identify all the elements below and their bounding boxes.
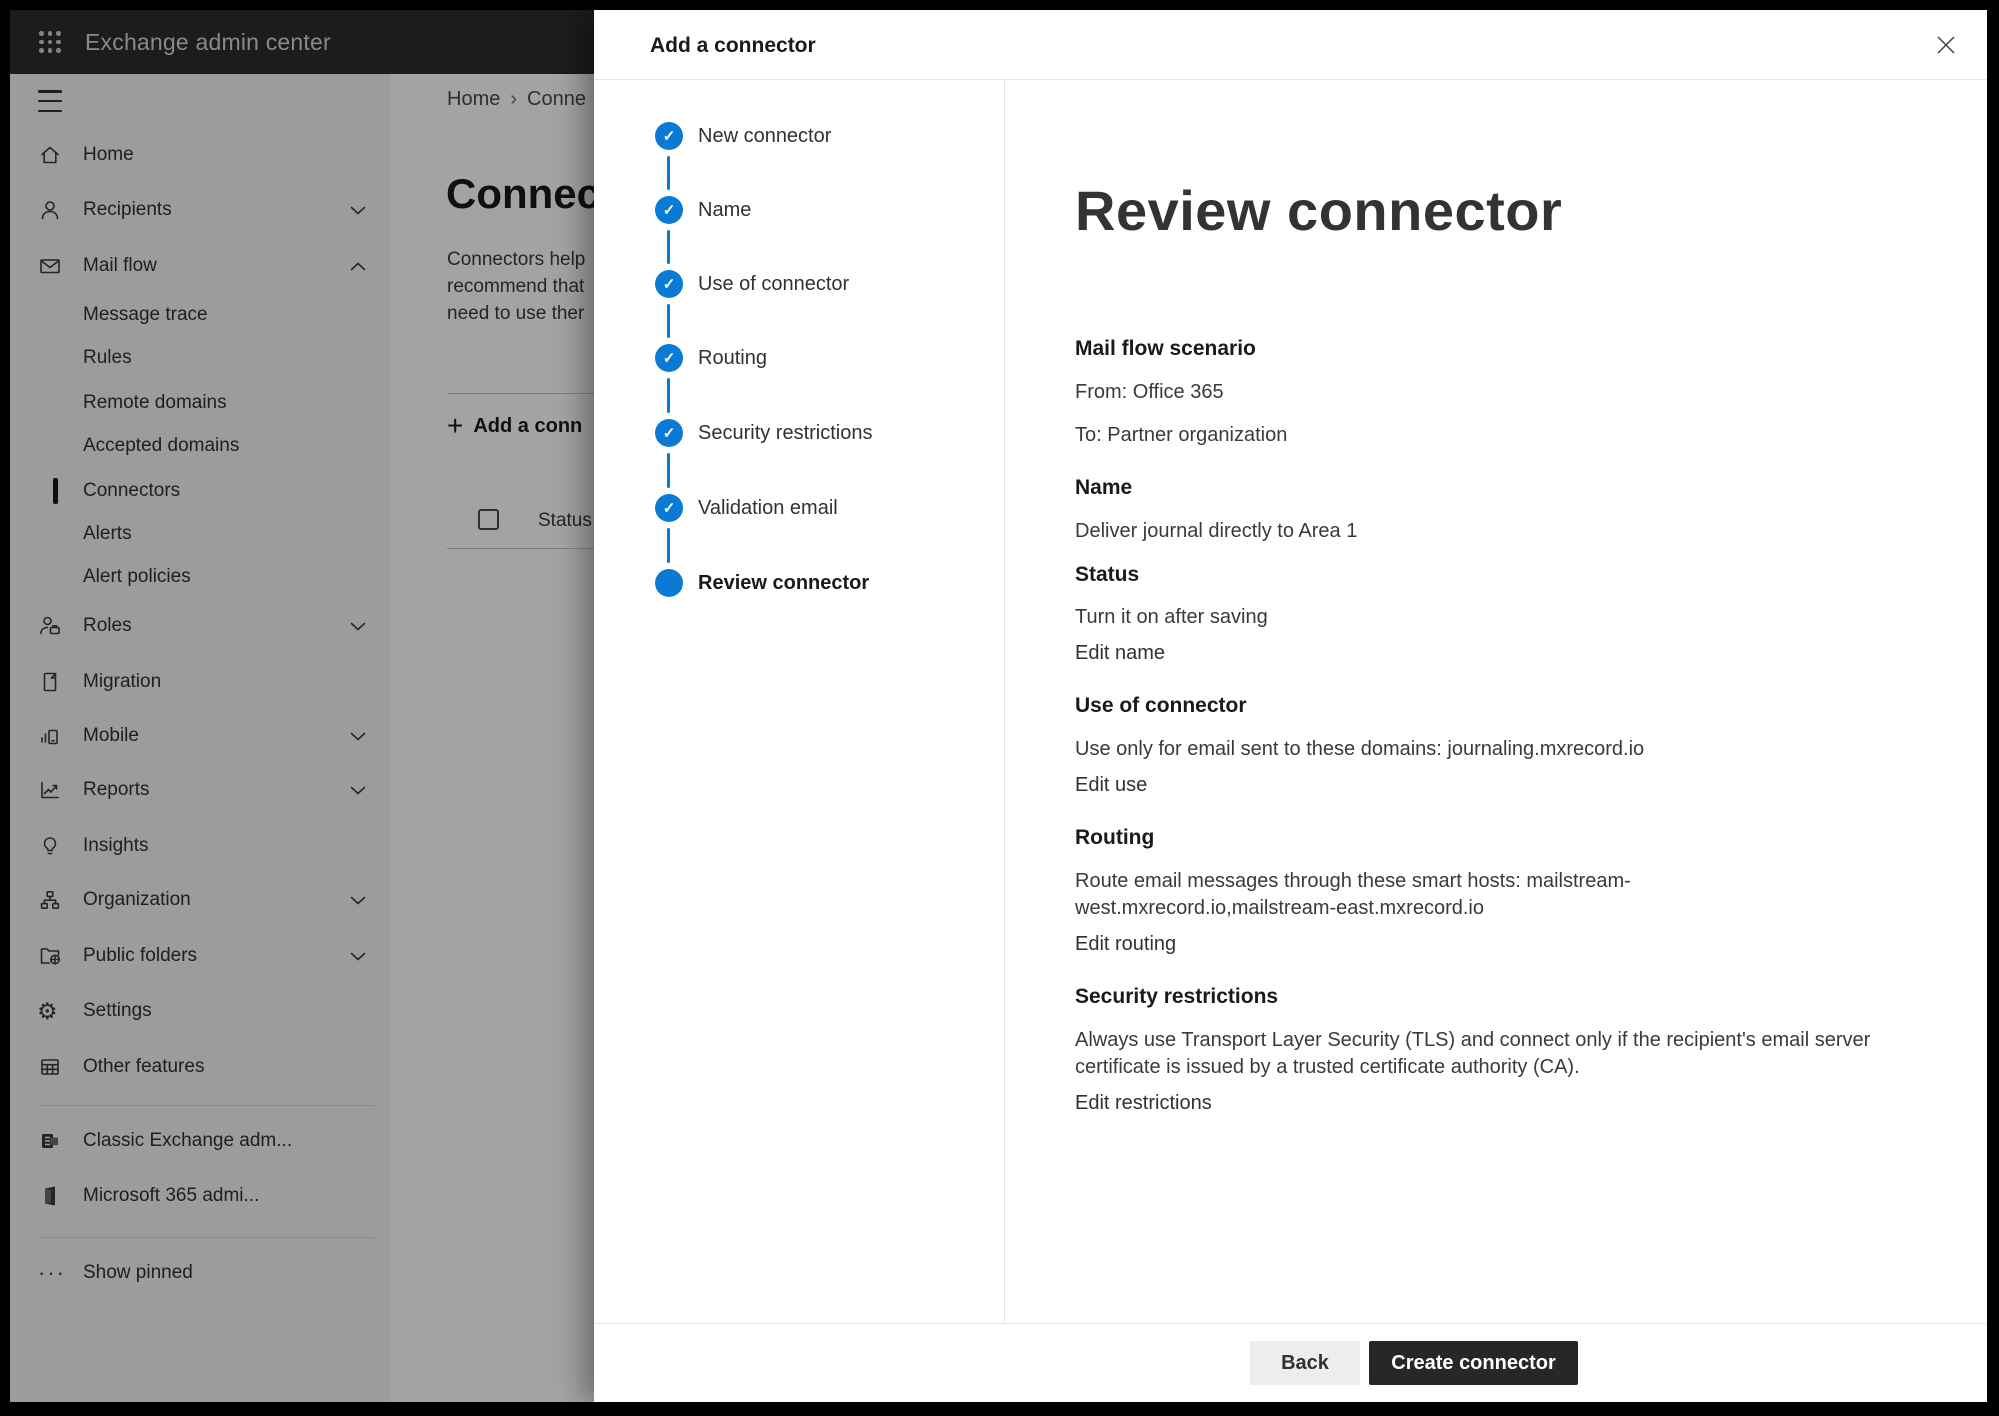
section-header: Mail flow scenario (1075, 336, 1875, 362)
step-complete-icon: ✓ (655, 419, 683, 447)
review-panel: Review connector Mail flow scenario From… (1005, 80, 1987, 1323)
step-connector-line (667, 156, 670, 190)
wizard-steps-panel: ✓ New connector ✓ Name ✓ Use of connecto… (594, 80, 1005, 1323)
step-complete-icon: ✓ (655, 270, 683, 298)
back-button[interactable]: Back (1250, 1341, 1360, 1385)
section-mail-flow-scenario: Mail flow scenario From: Office 365 To: … (1075, 336, 1875, 449)
security-restrictions-value: Always use Transport Layer Security (TLS… (1075, 1027, 1875, 1081)
section-routing: Routing Route email messages through the… (1075, 825, 1875, 958)
mail-flow-from: From: Office 365 (1075, 379, 1875, 406)
wizard-step-new-connector[interactable]: ✓ New connector (655, 122, 683, 150)
step-connector-line (667, 378, 670, 413)
section-header: Security restrictions (1075, 984, 1875, 1010)
wizard-step-review-connector[interactable]: Review connector (655, 569, 683, 597)
modal-footer: Back Create connector (594, 1323, 1987, 1402)
section-name: Name Deliver journal directly to Area 1 … (1075, 475, 1875, 667)
step-complete-icon: ✓ (655, 122, 683, 150)
create-connector-button[interactable]: Create connector (1369, 1341, 1578, 1385)
wizard-step-routing[interactable]: ✓ Routing (655, 344, 683, 372)
wizard-step-name[interactable]: ✓ Name (655, 196, 683, 224)
step-connector-line (667, 230, 670, 264)
wizard-step-security-restrictions[interactable]: ✓ Security restrictions (655, 419, 683, 447)
status-subheader: Status (1075, 561, 1875, 588)
step-complete-icon: ✓ (655, 196, 683, 224)
step-complete-icon: ✓ (655, 344, 683, 372)
section-header: Use of connector (1075, 693, 1875, 719)
connector-name-value: Deliver journal directly to Area 1 (1075, 518, 1875, 545)
close-icon[interactable] (1933, 32, 1959, 58)
add-connector-modal: Add a connector ✓ New connector ✓ Name ✓ (594, 10, 1987, 1402)
modal-header: Add a connector (594, 10, 1987, 80)
section-header: Name (1075, 475, 1875, 501)
use-of-connector-value: Use only for email sent to these domains… (1075, 736, 1875, 763)
section-header: Routing (1075, 825, 1875, 851)
step-complete-icon: ✓ (655, 494, 683, 522)
exchange-admin-app: Exchange admin center Home Recipients Ma… (10, 10, 1987, 1402)
step-connector-line (667, 453, 670, 488)
edit-name-link[interactable]: Edit name (1075, 640, 1165, 667)
edit-routing-link[interactable]: Edit routing (1075, 931, 1176, 958)
step-connector-line (667, 304, 670, 338)
step-current-icon (655, 569, 683, 597)
status-value: Turn it on after saving (1075, 604, 1875, 631)
routing-value: Route email messages through these smart… (1075, 868, 1875, 922)
section-security-restrictions: Security restrictions Always use Transpo… (1075, 984, 1875, 1117)
step-connector-line (667, 528, 670, 563)
edit-restrictions-link[interactable]: Edit restrictions (1075, 1090, 1212, 1117)
wizard-step-validation-email[interactable]: ✓ Validation email (655, 494, 683, 522)
wizard-step-use-of-connector[interactable]: ✓ Use of connector (655, 270, 683, 298)
section-use-of-connector: Use of connector Use only for email sent… (1075, 693, 1875, 799)
edit-use-link[interactable]: Edit use (1075, 772, 1147, 799)
modal-overlay (10, 10, 594, 1402)
review-heading: Review connector (1075, 176, 1875, 246)
modal-title: Add a connector (650, 34, 816, 58)
mail-flow-to: To: Partner organization (1075, 422, 1875, 449)
